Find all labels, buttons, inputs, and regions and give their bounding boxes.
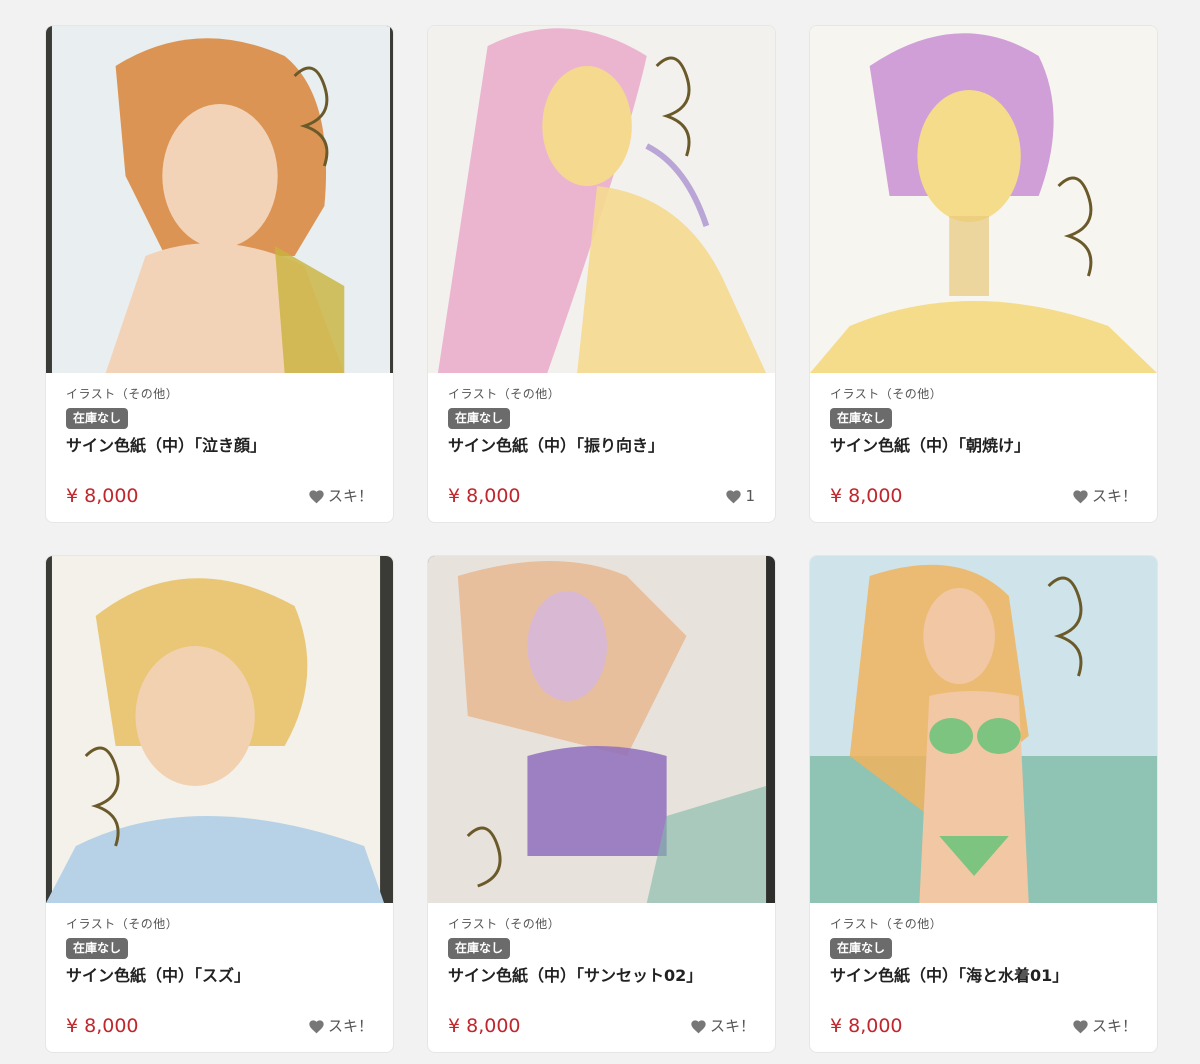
stock-badge: 在庫なし — [66, 938, 129, 959]
product-price: ¥ 8,000 — [66, 1015, 139, 1037]
product-price: ¥ 8,000 — [830, 1015, 903, 1037]
product-card[interactable]: イラスト（その他） 在庫なし サイン色紙（中）「泣き顔」 ¥ 8,000 スキ！ — [45, 25, 394, 523]
product-image[interactable] — [428, 26, 775, 373]
product-category[interactable]: イラスト（その他） — [830, 916, 1137, 932]
product-card[interactable]: イラスト（その他） 在庫なし サイン色紙（中）「振り向き」 ¥ 8,000 1 — [427, 25, 776, 523]
stock-badge: 在庫なし — [66, 408, 129, 429]
heart-icon — [1073, 1019, 1088, 1033]
product-title[interactable]: サイン色紙（中）「振り向き」 — [448, 435, 755, 457]
heart-icon — [726, 489, 742, 503]
product-title[interactable]: サイン色紙（中）「海と水着01」 — [830, 965, 1137, 987]
product-image[interactable] — [428, 556, 775, 903]
product-price: ¥ 8,000 — [448, 485, 521, 507]
stock-badge: 在庫なし — [830, 408, 893, 429]
heart-icon — [309, 489, 324, 503]
like-button[interactable]: スキ！ — [308, 1015, 373, 1037]
product-info: イラスト（その他） 在庫なし サイン色紙（中）「振り向き」 ¥ 8,000 1 — [428, 373, 775, 522]
stock-badge: 在庫なし — [448, 408, 511, 429]
product-info: イラスト（その他） 在庫なし サイン色紙（中）「サンセット02」 ¥ 8,000… — [428, 903, 775, 1052]
like-label: スキ！ — [327, 487, 373, 505]
product-info: イラスト（その他） 在庫なし サイン色紙（中）「海と水着01」 ¥ 8,000 … — [810, 903, 1157, 1052]
product-category[interactable]: イラスト（その他） — [448, 916, 755, 932]
like-button[interactable]: スキ！ — [1072, 485, 1137, 507]
heart-icon — [691, 1019, 706, 1033]
heart-icon — [309, 1019, 324, 1033]
product-grid: イラスト（その他） 在庫なし サイン色紙（中）「泣き顔」 ¥ 8,000 スキ！… — [45, 25, 1159, 1053]
product-card[interactable]: イラスト（その他） 在庫なし サイン色紙（中）「朝焼け」 ¥ 8,000 スキ！ — [809, 25, 1158, 523]
product-title[interactable]: サイン色紙（中）「スズ」 — [66, 965, 373, 987]
product-price: ¥ 8,000 — [448, 1015, 521, 1037]
product-image[interactable] — [46, 556, 393, 903]
product-card[interactable]: イラスト（その他） 在庫なし サイン色紙（中）「スズ」 ¥ 8,000 スキ！ — [45, 555, 394, 1053]
product-card[interactable]: イラスト（その他） 在庫なし サイン色紙（中）「サンセット02」 ¥ 8,000… — [427, 555, 776, 1053]
like-label: スキ！ — [1091, 1017, 1137, 1035]
product-category[interactable]: イラスト（その他） — [66, 916, 373, 932]
product-category[interactable]: イラスト（その他） — [830, 386, 1137, 402]
product-category[interactable]: イラスト（その他） — [448, 386, 755, 402]
like-button[interactable]: 1 — [725, 485, 755, 507]
stock-badge: 在庫なし — [448, 938, 511, 959]
product-image[interactable] — [810, 26, 1157, 373]
product-title[interactable]: サイン色紙（中）「朝焼け」 — [830, 435, 1137, 457]
like-label: スキ！ — [709, 1017, 755, 1035]
heart-icon — [1073, 489, 1088, 503]
product-price: ¥ 8,000 — [830, 485, 903, 507]
product-category[interactable]: イラスト（その他） — [66, 386, 373, 402]
product-info: イラスト（その他） 在庫なし サイン色紙（中）「スズ」 ¥ 8,000 スキ！ — [46, 903, 393, 1052]
stock-badge: 在庫なし — [830, 938, 893, 959]
like-count: 1 — [745, 487, 755, 505]
like-label: スキ！ — [327, 1017, 373, 1035]
like-button[interactable]: スキ！ — [690, 1015, 755, 1037]
product-title[interactable]: サイン色紙（中）「泣き顔」 — [66, 435, 373, 457]
product-image[interactable] — [46, 26, 393, 373]
product-card[interactable]: イラスト（その他） 在庫なし サイン色紙（中）「海と水着01」 ¥ 8,000 … — [809, 555, 1158, 1053]
product-info: イラスト（その他） 在庫なし サイン色紙（中）「朝焼け」 ¥ 8,000 スキ！ — [810, 373, 1157, 522]
product-image[interactable] — [810, 556, 1157, 903]
like-button[interactable]: スキ！ — [1072, 1015, 1137, 1037]
like-button[interactable]: スキ！ — [308, 485, 373, 507]
product-title[interactable]: サイン色紙（中）「サンセット02」 — [448, 965, 755, 987]
product-info: イラスト（その他） 在庫なし サイン色紙（中）「泣き顔」 ¥ 8,000 スキ！ — [46, 373, 393, 522]
like-label: スキ！ — [1091, 487, 1137, 505]
product-price: ¥ 8,000 — [66, 485, 139, 507]
